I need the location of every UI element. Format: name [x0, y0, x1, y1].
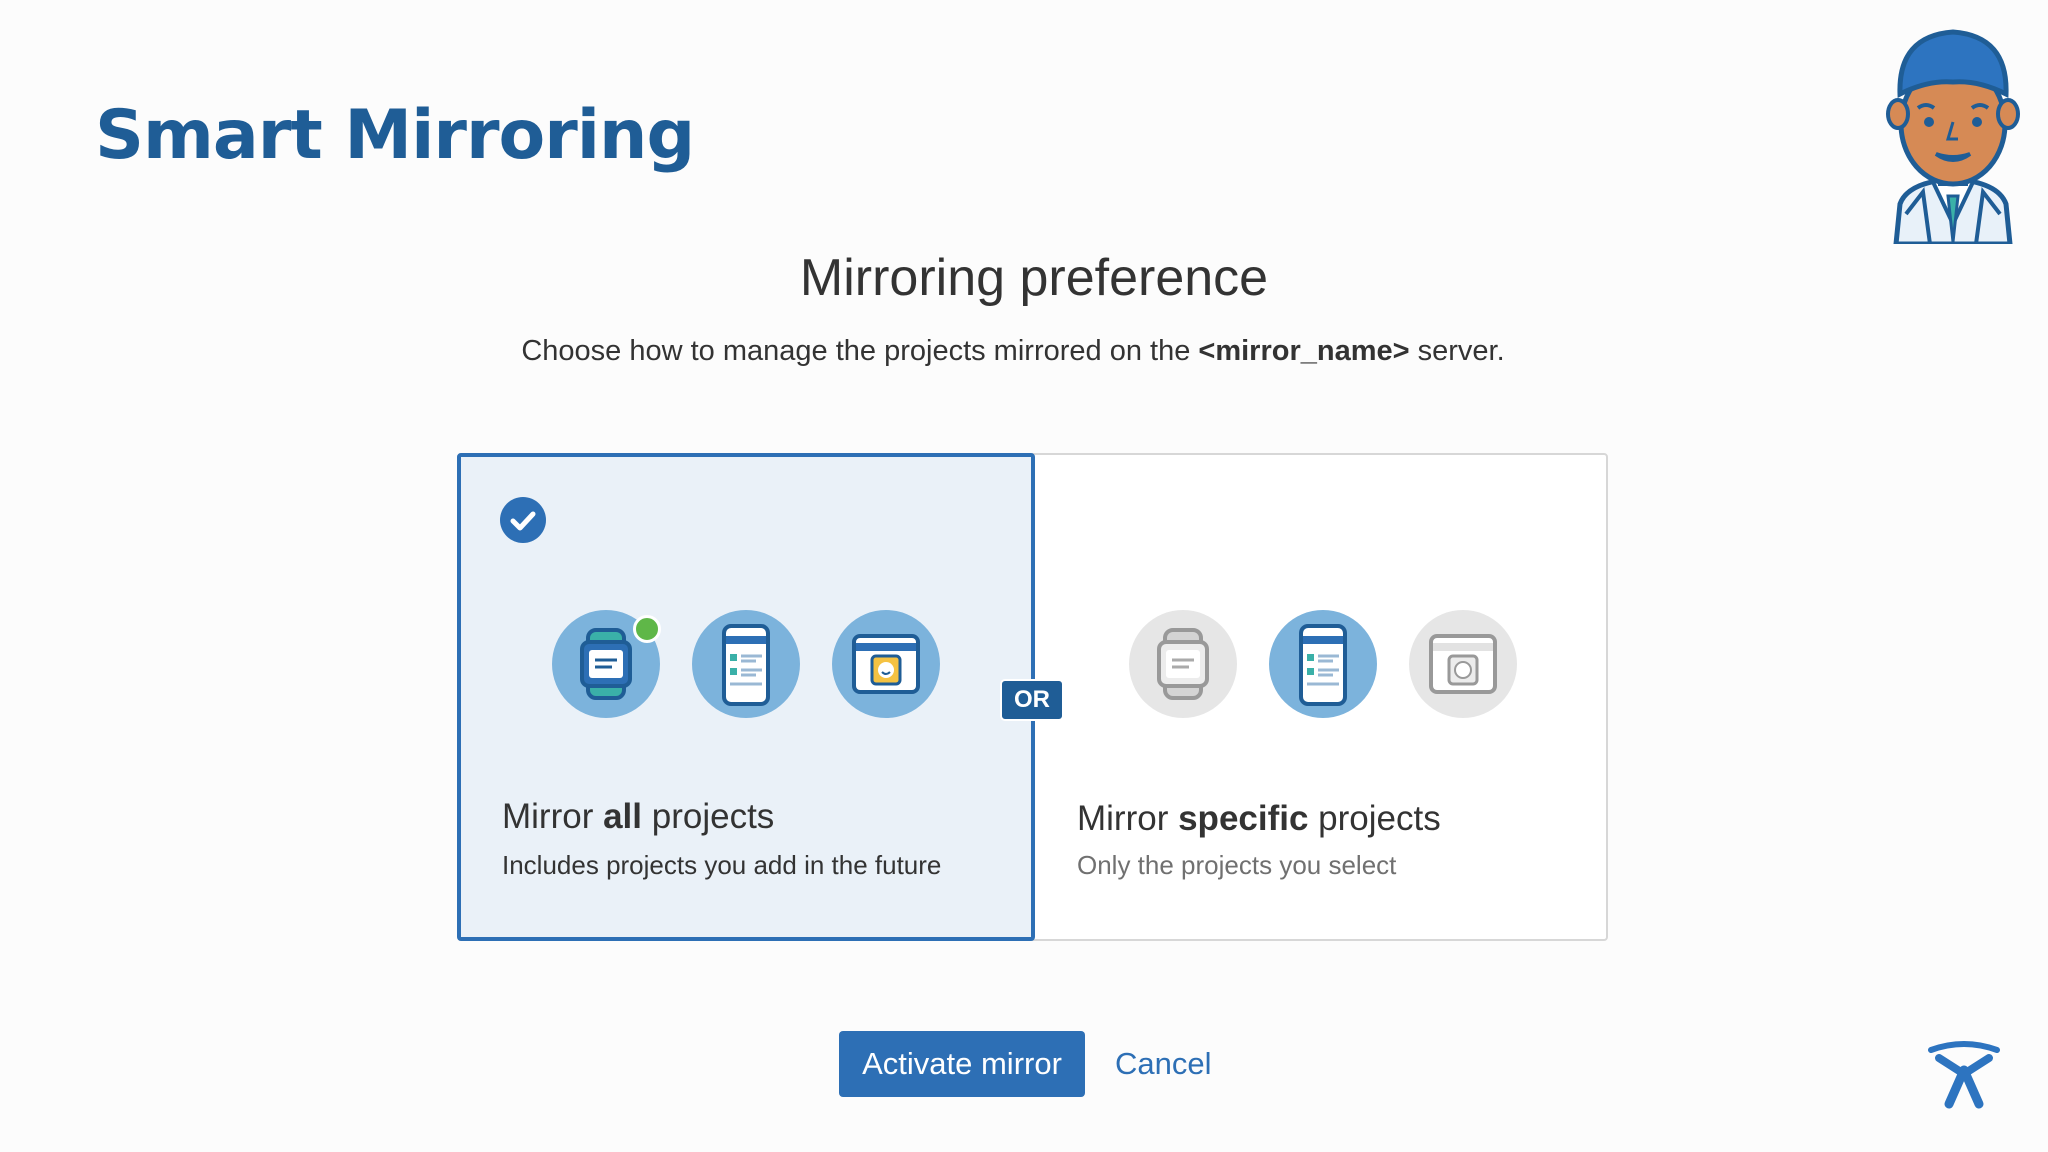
slide-title: Smart Mirroring: [95, 96, 695, 175]
atlassian-logo: [1928, 1041, 2000, 1109]
option-specific-title: Mirror specific projects: [1077, 799, 1441, 838]
status-dot: [633, 615, 661, 643]
option-specific-description: Only the projects you select: [1077, 850, 1397, 880]
tablet-icon: [832, 610, 940, 718]
watch-icon: [1129, 610, 1237, 718]
option-all-description: Includes projects you add in the future: [502, 850, 942, 880]
dialog-heading: Mirroring preference: [799, 249, 1269, 307]
activate-mirror-button[interactable]: Activate mirror: [839, 1031, 1085, 1097]
mascot-illustration: [1886, 29, 2020, 244]
selected-check-icon: [500, 497, 546, 543]
cancel-button[interactable]: Cancel: [1115, 1031, 1212, 1097]
phone-icon: [1269, 610, 1377, 718]
mirror-name-placeholder: <mirror_name>: [1198, 335, 1410, 367]
phone-icon: [692, 610, 800, 718]
tablet-icon: [1409, 610, 1517, 718]
option-all-title: Mirror all projects: [502, 797, 775, 836]
dialog-description: Choose how to manage the projects mirror…: [521, 335, 1505, 367]
